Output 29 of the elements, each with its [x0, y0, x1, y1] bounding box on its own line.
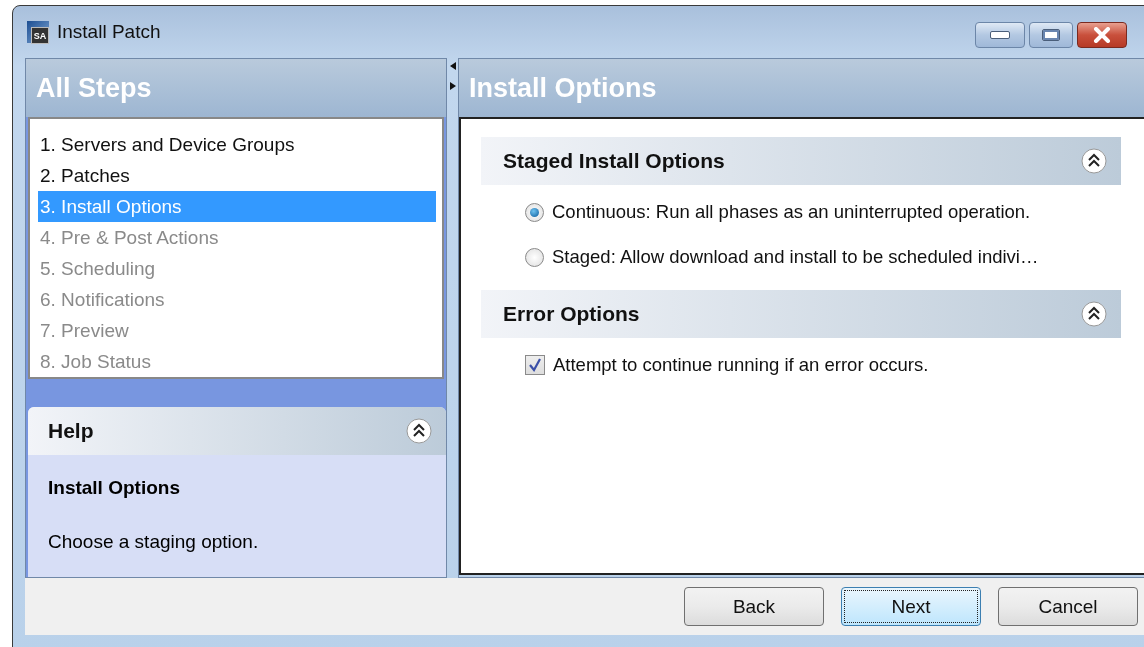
- panel-header: Install Options: [459, 59, 1144, 117]
- section-title: Staged Install Options: [503, 149, 725, 173]
- checkbox[interactable]: [525, 355, 545, 375]
- window-title: Install Patch: [57, 21, 161, 43]
- dialog-button[interactable]: Next: [841, 587, 981, 626]
- collapse-icon[interactable]: [1081, 148, 1107, 174]
- radio-button[interactable]: [525, 247, 544, 267]
- option-label: Attempt to continue running if an error occurs.: [553, 354, 929, 376]
- help-title: Help: [48, 419, 94, 443]
- collapse-icon[interactable]: [406, 418, 432, 444]
- step-item[interactable]: 2. Patches: [38, 160, 436, 191]
- collapse-icon[interactable]: [1081, 301, 1107, 327]
- panel-header: All Steps: [26, 59, 446, 117]
- app-icon: SA: [27, 21, 49, 43]
- section-title: Error Options: [503, 302, 640, 326]
- step-item[interactable]: 3. Install Options: [38, 191, 436, 222]
- splitter-arrows-icon[interactable]: [449, 62, 456, 90]
- help-heading: Install Options: [48, 477, 181, 499]
- option-label: Continuous: Run all phases as an uninterrupted operation.: [552, 201, 1031, 223]
- dialog-button[interactable]: Back: [684, 587, 824, 626]
- maximize-button[interactable]: [1029, 22, 1073, 48]
- minimize-button[interactable]: [975, 22, 1025, 48]
- dialog-button[interactable]: Cancel: [998, 587, 1138, 626]
- option-label: Staged: Allow download and install to be scheduled indivi…: [552, 246, 1039, 268]
- close-button[interactable]: [1077, 22, 1127, 48]
- close-icon: [1091, 27, 1113, 43]
- help-text: Choose a staging option.: [48, 531, 260, 553]
- radio-button[interactable]: [525, 202, 544, 222]
- step-item[interactable]: 1. Servers and Device Groups: [38, 129, 436, 160]
